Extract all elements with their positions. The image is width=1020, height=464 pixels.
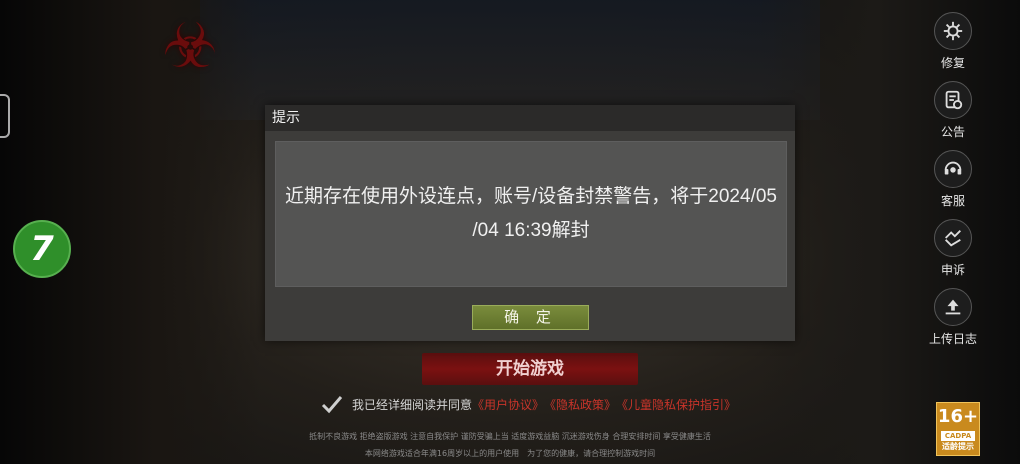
repair-button[interactable]: 修复 — [918, 12, 988, 81]
seven-badge-icon[interactable]: 7 — [13, 220, 71, 278]
dialog-body: 近期存在使用外设连点，账号/设备封禁警告，将于2024/05 /04 16:39… — [275, 141, 787, 287]
appeal-label: 申诉 — [940, 263, 965, 277]
announcement-button[interactable]: 公告 — [918, 81, 988, 150]
upload-log-icon — [934, 288, 972, 326]
start-game-button[interactable]: 开始游戏 — [422, 353, 638, 385]
dialog-message: 近期存在使用外设连点，账号/设备封禁警告，将于2024/05 /04 16:39… — [279, 180, 784, 248]
agree-checkbox-icon[interactable] — [320, 393, 344, 415]
confirm-button[interactable]: 确 定 — [472, 305, 589, 330]
agreement-prefix: 我已经详细阅读并同意 — [352, 397, 473, 412]
upload-log-button[interactable]: 上传日志 — [918, 288, 988, 357]
agreement-row: 我已经详细阅读并同意 《用户协议》 《隐私政策》 《儿童隐私保护指引》 — [320, 393, 736, 415]
health-notice-line2: 本网络游戏适合年满16周岁以上的用户使用 为了您的健康，请合理控制游戏时间 — [364, 449, 656, 458]
age-rating-number: 16+ — [937, 406, 979, 427]
dialog-message-line1: 近期存在使用外设连点，账号/设备封禁警告，将于2024/05 — [285, 186, 777, 207]
age-rating-cadpa: CADPA — [941, 431, 975, 441]
dialog-title: 提示 — [265, 105, 795, 131]
age-rating-tip: 适龄提示 — [942, 442, 974, 451]
announcement-icon — [934, 81, 972, 119]
health-notice-line1: 抵制不良游戏 拒绝盗版游戏 注意自我保护 谨防受骗上当 适度游戏益脑 沉迷游戏伤… — [309, 432, 711, 441]
appeal-button[interactable]: 申诉 — [918, 219, 988, 288]
side-drawer-handle[interactable] — [0, 94, 10, 138]
user-agreement-link[interactable]: 《用户协议》 — [472, 396, 544, 413]
game-logo: ☣ — [162, 9, 218, 82]
background-sky — [200, 0, 820, 120]
age-rating-badge[interactable]: 16+ CADPA 适龄提示 — [936, 402, 980, 456]
privacy-policy-link[interactable]: 《隐私政策》 — [544, 396, 616, 413]
right-side-menu: 修复 公告 客服 申诉 上传日志 — [918, 12, 988, 357]
customer-service-button[interactable]: 客服 — [918, 150, 988, 219]
dialog-message-line2: /04 16:39解封 — [472, 220, 590, 241]
upload-log-label: 上传日志 — [928, 332, 977, 346]
customer-service-label: 客服 — [940, 194, 965, 208]
announcement-label: 公告 — [940, 125, 965, 139]
customer-service-icon — [934, 150, 972, 188]
gear-icon — [934, 12, 972, 50]
notice-dialog: 提示 近期存在使用外设连点，账号/设备封禁警告，将于2024/05 /04 16… — [265, 105, 795, 341]
child-privacy-link[interactable]: 《儿童隐私保护指引》 — [616, 396, 736, 413]
appeal-icon — [934, 219, 972, 257]
repair-label: 修复 — [940, 56, 965, 70]
